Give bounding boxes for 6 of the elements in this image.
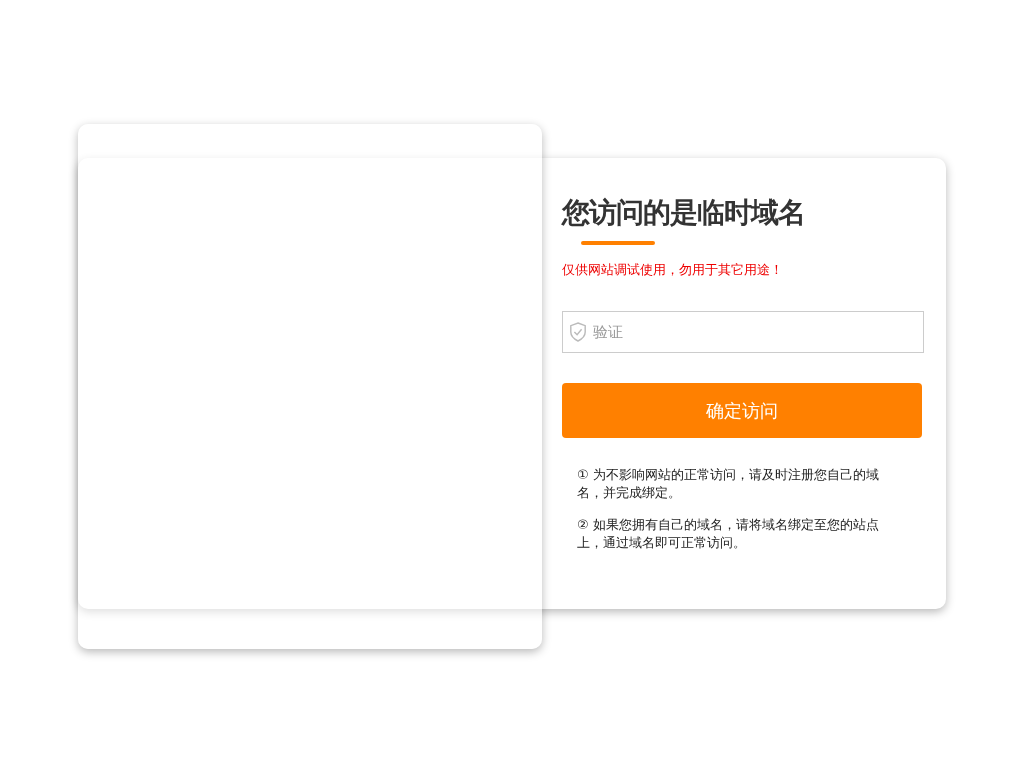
verify-field[interactable]: 验证 — [562, 311, 924, 353]
note-text: ① 为不影响网站的正常访问，请及时注册您自己的域名，并完成绑定。 — [577, 466, 880, 502]
note-text: ② 如果您拥有自己的域名，请将域名绑定至您的站点上，通过域名即可正常访问。 — [577, 516, 880, 552]
warning-text: 仅供网站调试使用，勿用于其它用途！ — [562, 261, 784, 279]
page-title: 您访问的是临时域名 — [562, 195, 806, 231]
confirm-visit-button[interactable]: 确定访问 — [562, 383, 922, 438]
